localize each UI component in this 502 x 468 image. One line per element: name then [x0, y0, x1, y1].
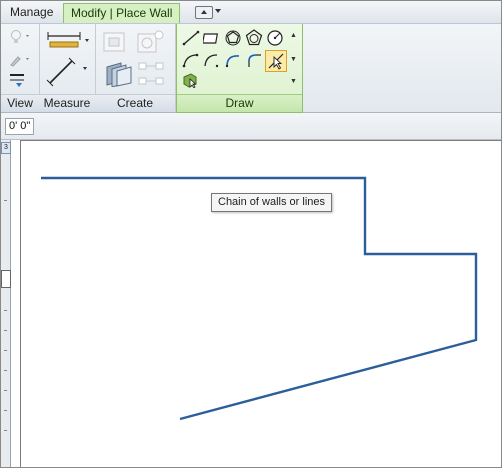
wall-chain-polyline[interactable]: [41, 176, 478, 421]
wall-chain-drawing: [41, 176, 478, 421]
revit-window: Manage Modify | Place Wall View Measure …: [0, 0, 502, 468]
tooltip: Chain of walls or lines: [211, 193, 332, 212]
